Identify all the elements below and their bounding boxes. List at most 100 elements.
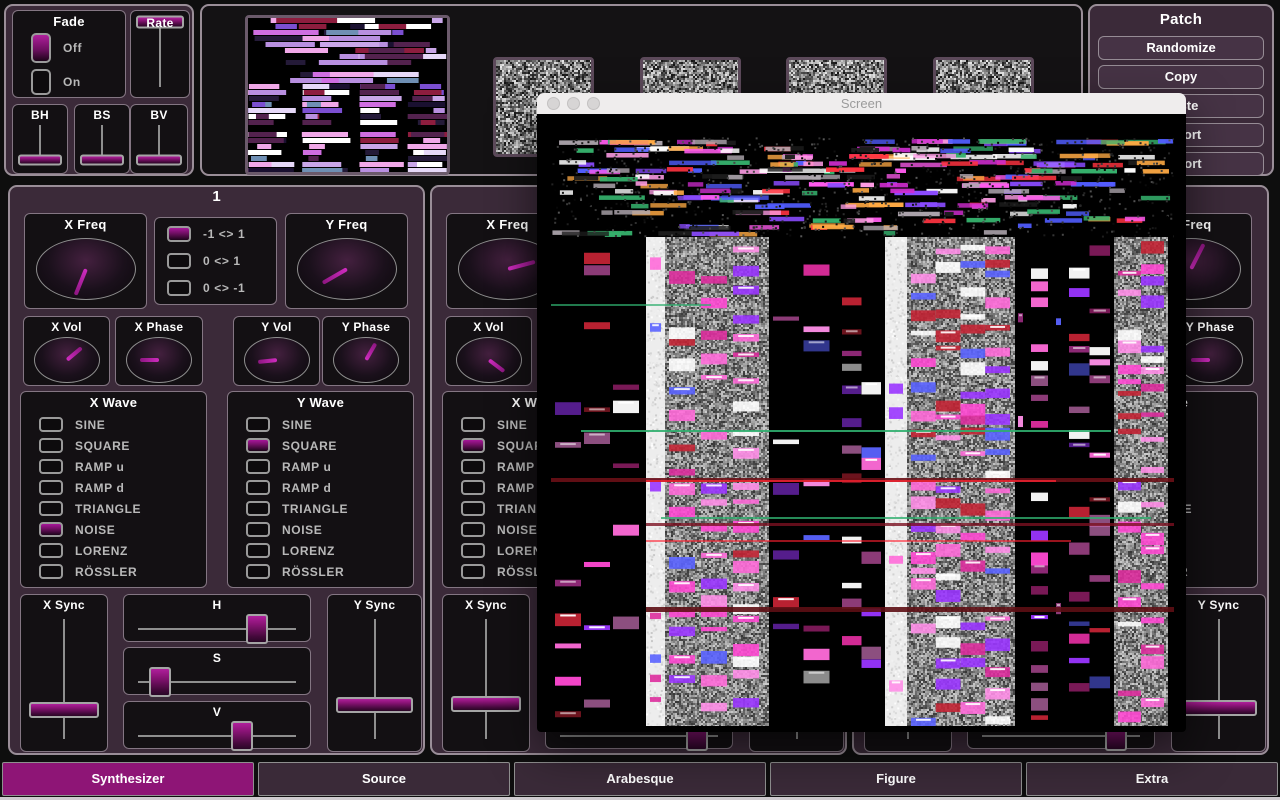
tab-arabesque[interactable]: Arabesque [514, 762, 766, 796]
bh-slider[interactable]: BH [12, 104, 68, 174]
x-wave-item[interactable]: NOISE [461, 522, 537, 537]
y-wave-item[interactable]: RÖSSLER [246, 564, 344, 579]
h-handle[interactable] [246, 614, 268, 644]
x-wave-item[interactable]: RAMP u [39, 459, 124, 474]
x-wave-item[interactable]: RAMP u [461, 459, 546, 474]
x-wave-item[interactable]: RAMP d [461, 480, 546, 495]
v-handle[interactable] [231, 721, 253, 751]
y-wave-checkbox[interactable] [246, 522, 270, 537]
x-wave-checkbox[interactable] [461, 417, 485, 432]
x-wave-item[interactable]: LORENZ [39, 543, 128, 558]
x-wave-checkbox[interactable] [461, 459, 485, 474]
s-slider[interactable]: S [123, 647, 311, 695]
range-bipolar-checkbox[interactable] [167, 226, 191, 242]
x-phase-dial[interactable] [126, 337, 192, 383]
y-wave-item[interactable]: RAMP u [246, 459, 331, 474]
x-sync-slider[interactable]: X Sync [20, 594, 108, 752]
y-wave-checkbox[interactable] [246, 459, 270, 474]
x-sync-slider[interactable]: X Sync [442, 594, 530, 752]
h-slider[interactable]: H [123, 594, 311, 642]
range-bipolar-label: -1 <> 1 [203, 227, 245, 241]
x-wave-checkbox[interactable] [39, 459, 63, 474]
bv-slider[interactable]: BV [130, 104, 188, 174]
range-option-positive[interactable]: 0 <> 1 [167, 253, 241, 269]
x-wave-checkbox[interactable] [461, 564, 485, 579]
bv-handle[interactable] [136, 155, 182, 166]
randomize-button[interactable]: Randomize [1098, 36, 1264, 60]
x-wave-checkbox[interactable] [39, 438, 63, 453]
fade-option-on[interactable]: On [31, 69, 81, 95]
x-wave-checkbox[interactable] [39, 480, 63, 495]
y-vol-dial[interactable] [244, 337, 310, 383]
x-phase-knob[interactable]: X Phase [115, 316, 203, 386]
rate-slider[interactable]: Rate [130, 10, 190, 98]
bs-slider[interactable]: BS [74, 104, 130, 174]
y-phase-dial[interactable] [333, 337, 399, 383]
y-wave-checkbox[interactable] [246, 564, 270, 579]
x-sync-handle[interactable] [29, 702, 99, 718]
range-option-bipolar[interactable]: -1 <> 1 [167, 226, 245, 242]
y-sync-handle[interactable] [336, 697, 413, 713]
y-wave-checkbox[interactable] [246, 417, 270, 432]
x-wave-item[interactable]: SINE [461, 417, 527, 432]
x-vol-dial[interactable] [34, 337, 100, 383]
y-sync-slider[interactable]: Y Sync [327, 594, 422, 752]
tab-figure[interactable]: Figure [770, 762, 1022, 796]
fade-on-toggle[interactable] [31, 69, 51, 95]
x-wave-checkbox[interactable] [39, 522, 63, 537]
x-wave-checkbox[interactable] [39, 543, 63, 558]
range-option-negative[interactable]: 0 <> -1 [167, 280, 245, 296]
x-freq-dial[interactable] [36, 238, 136, 300]
x-wave-item[interactable]: SQUARE [39, 438, 130, 453]
bs-handle[interactable] [80, 155, 124, 166]
x-wave-item[interactable]: SINE [39, 417, 105, 432]
y-wave-checkbox[interactable] [246, 501, 270, 516]
x-wave-checkbox[interactable] [461, 522, 485, 537]
y-wave-item[interactable]: NOISE [246, 522, 322, 537]
x-freq-knob[interactable]: X Freq [24, 213, 147, 309]
screen-window[interactable]: Screen [537, 93, 1186, 732]
fade-off-toggle[interactable] [31, 33, 51, 63]
y-wave-checkbox[interactable] [246, 543, 270, 558]
y-freq-dial[interactable] [297, 238, 397, 300]
range-negative-checkbox[interactable] [167, 280, 191, 296]
x-wave-checkbox[interactable] [461, 543, 485, 558]
y-wave-checkbox[interactable] [246, 480, 270, 495]
y-wave-checkbox[interactable] [246, 438, 270, 453]
x-wave-checkbox[interactable] [39, 501, 63, 516]
x-wave-item[interactable]: NOISE [39, 522, 115, 537]
fade-option-off[interactable]: Off [31, 33, 82, 63]
x-vol-dial[interactable] [456, 337, 522, 383]
y-wave-item[interactable]: LORENZ [246, 543, 335, 558]
x-vol-knob[interactable]: X Vol [445, 316, 532, 386]
y-wave-item[interactable]: TRIANGLE [246, 501, 348, 516]
y-wave-item[interactable]: SQUARE [246, 438, 337, 453]
range-positive-checkbox[interactable] [167, 253, 191, 269]
x-wave-checkbox[interactable] [461, 480, 485, 495]
x-sync-handle[interactable] [451, 696, 521, 712]
y-phase-dial[interactable] [1177, 337, 1243, 383]
y-vol-knob[interactable]: Y Vol [233, 316, 320, 386]
x-vol-knob[interactable]: X Vol [23, 316, 110, 386]
y-phase-knob[interactable]: Y Phase [322, 316, 410, 386]
tab-synthesizer[interactable]: Synthesizer [2, 762, 254, 796]
x-wave-checkbox[interactable] [39, 564, 63, 579]
y-freq-knob[interactable]: Y Freq [285, 213, 408, 309]
y-wave-item[interactable]: RAMP d [246, 480, 331, 495]
x-wave-checkbox[interactable] [461, 501, 485, 516]
bh-handle[interactable] [18, 155, 62, 166]
x-wave-item[interactable]: RÖSSLER [39, 564, 137, 579]
v-slider[interactable]: V [123, 701, 311, 749]
tab-source[interactable]: Source [258, 762, 510, 796]
x-wave-item[interactable]: TRIANGLE [39, 501, 141, 516]
s-handle[interactable] [149, 667, 171, 697]
output-preview[interactable] [245, 15, 450, 175]
x-wave-checkbox[interactable] [461, 438, 485, 453]
y-wave-item[interactable]: SINE [246, 417, 312, 432]
copy-button[interactable]: Copy [1098, 65, 1264, 89]
screen-window-titlebar[interactable]: Screen [537, 93, 1186, 114]
x-wave-checkbox[interactable] [39, 417, 63, 432]
tab-extra[interactable]: Extra [1026, 762, 1278, 796]
x-wave-item[interactable]: RAMP d [39, 480, 124, 495]
y-sync-handle[interactable] [1180, 700, 1257, 716]
